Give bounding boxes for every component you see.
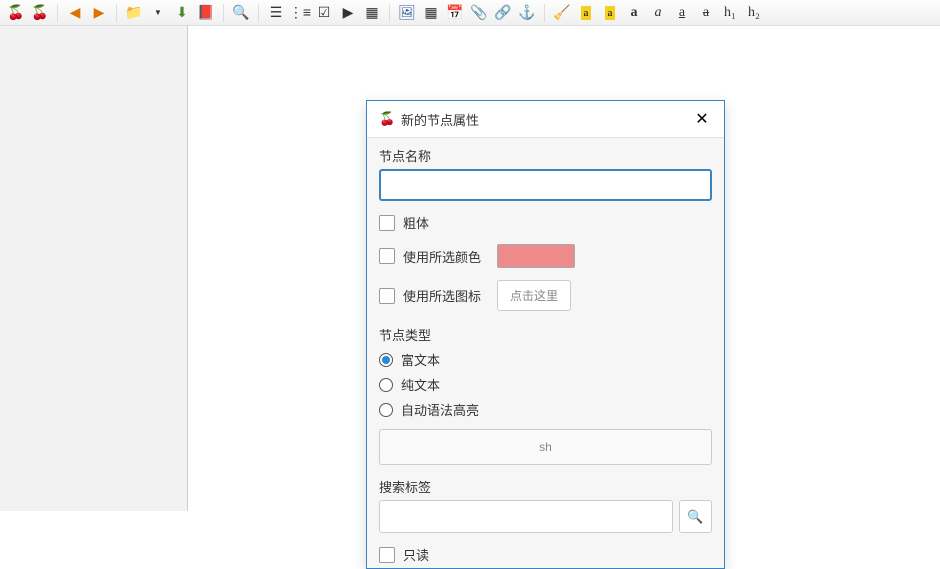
dialog-body: 节点名称 粗体 使用所选颜色 使用所选图标 点击这里 节点类型 bbox=[367, 138, 724, 564]
type-rich-label: 富文本 bbox=[401, 350, 440, 369]
document-content: 🍒 新的节点属性 ✕ 节点名称 粗体 使用所选颜色 使用所 bbox=[188, 26, 940, 511]
strike-icon[interactable]: a bbox=[696, 3, 716, 23]
type-auto-label: 自动语法高亮 bbox=[401, 400, 479, 419]
remove-format-icon[interactable]: 🧹 bbox=[552, 3, 572, 23]
date-icon[interactable]: 📅 bbox=[445, 3, 465, 23]
h2-icon[interactable]: h₂ bbox=[744, 3, 764, 23]
choose-icon-button[interactable]: 点击这里 bbox=[497, 280, 571, 311]
separator bbox=[116, 4, 117, 22]
codebox-icon[interactable]: ▶ bbox=[338, 3, 358, 23]
node-type-label: 节点类型 bbox=[379, 325, 712, 344]
zoom-icon[interactable]: 🔍 bbox=[231, 3, 251, 23]
underline-icon[interactable]: a bbox=[672, 3, 692, 23]
cherry-icon: 🍒 bbox=[379, 111, 395, 127]
main-area: 🍒 新的节点属性 ✕ 节点名称 粗体 使用所选颜色 使用所 bbox=[0, 26, 940, 511]
fg-color-icon[interactable]: a bbox=[576, 3, 596, 23]
type-rich-radio[interactable] bbox=[379, 353, 393, 367]
type-plain-radio[interactable] bbox=[379, 378, 393, 392]
use-color-checkbox[interactable] bbox=[379, 248, 395, 264]
separator bbox=[57, 4, 58, 22]
folder-icon[interactable]: 📁 bbox=[124, 3, 144, 23]
numbered-list-icon[interactable]: ⋮≡ bbox=[290, 3, 310, 23]
bg-color-icon[interactable]: a bbox=[600, 3, 620, 23]
import-icon[interactable]: ⬇ bbox=[172, 3, 192, 23]
separator bbox=[223, 4, 224, 22]
color-swatch[interactable] bbox=[497, 244, 575, 268]
search-tags-button[interactable]: 🔍 bbox=[679, 500, 712, 533]
bold-label: 粗体 bbox=[403, 213, 429, 232]
readonly-label: 只读 bbox=[403, 545, 429, 564]
anchor-icon[interactable]: ⚓ bbox=[517, 3, 537, 23]
search-tags-input[interactable] bbox=[379, 500, 673, 533]
dialog-title: 新的节点属性 bbox=[401, 110, 692, 129]
readonly-checkbox[interactable] bbox=[379, 547, 395, 563]
cherry-icon[interactable]: 🍒 bbox=[6, 3, 26, 23]
use-icon-label: 使用所选图标 bbox=[403, 286, 481, 305]
pdf-icon[interactable]: 📕 bbox=[196, 3, 216, 23]
node-name-input[interactable] bbox=[379, 169, 712, 201]
table-icon[interactable]: ▦ bbox=[421, 3, 441, 23]
table-insert-icon[interactable]: ▦ bbox=[362, 3, 382, 23]
syntax-lang-box[interactable]: sh bbox=[379, 429, 712, 465]
dropdown-icon[interactable]: ▼ bbox=[148, 3, 168, 23]
type-auto-radio[interactable] bbox=[379, 403, 393, 417]
type-plain-label: 纯文本 bbox=[401, 375, 440, 394]
bullet-list-icon[interactable]: ☰ bbox=[266, 3, 286, 23]
use-color-label: 使用所选颜色 bbox=[403, 247, 481, 266]
tree-sidebar bbox=[0, 26, 188, 511]
bold-checkbox[interactable] bbox=[379, 215, 395, 231]
cherry-alt-icon[interactable]: 🍒 bbox=[30, 3, 50, 23]
todo-list-icon[interactable]: ☑ bbox=[314, 3, 334, 23]
dialog-titlebar: 🍒 新的节点属性 ✕ bbox=[367, 101, 724, 138]
node-properties-dialog: 🍒 新的节点属性 ✕ 节点名称 粗体 使用所选颜色 使用所 bbox=[366, 100, 725, 569]
close-icon[interactable]: ✕ bbox=[692, 109, 712, 129]
back-icon[interactable]: ◀ bbox=[65, 3, 85, 23]
forward-icon[interactable]: ▶ bbox=[89, 3, 109, 23]
node-name-label: 节点名称 bbox=[379, 146, 712, 165]
main-toolbar: 🍒 🍒 ◀ ▶ 📁 ▼ ⬇ 📕 🔍 ☰ ⋮≡ ☑ ▶ ▦ 🖼 ▦ 📅 📎 🔗 ⚓… bbox=[0, 0, 940, 26]
h1-icon[interactable]: h₁ bbox=[720, 3, 740, 23]
italic-icon[interactable]: a bbox=[648, 3, 668, 23]
use-icon-checkbox[interactable] bbox=[379, 288, 395, 304]
bold-icon[interactable]: a bbox=[624, 3, 644, 23]
attach-icon[interactable]: 📎 bbox=[469, 3, 489, 23]
link-icon[interactable]: 🔗 bbox=[493, 3, 513, 23]
separator bbox=[258, 4, 259, 22]
separator bbox=[389, 4, 390, 22]
search-tags-label: 搜索标签 bbox=[379, 477, 712, 496]
separator bbox=[544, 4, 545, 22]
image-icon[interactable]: 🖼 bbox=[397, 3, 417, 23]
